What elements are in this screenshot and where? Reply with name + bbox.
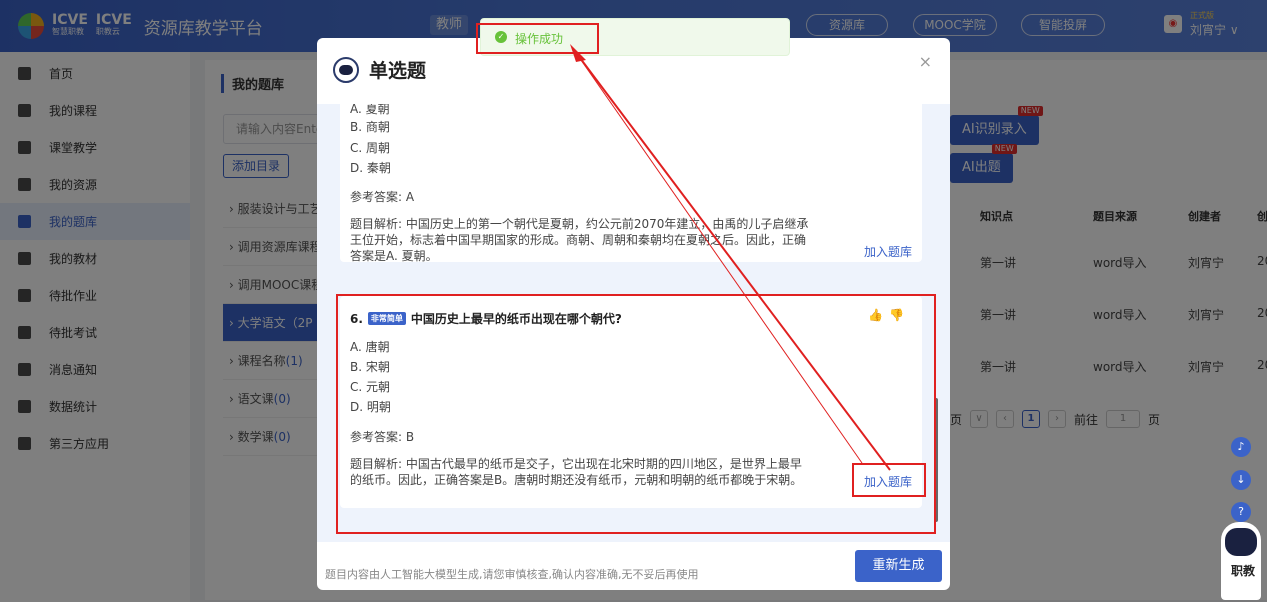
option: C. 周朝 bbox=[350, 141, 391, 155]
annotation-box-question bbox=[336, 294, 936, 534]
answer: 参考答案: A bbox=[350, 190, 415, 204]
ai-disclaimer: 题目内容由人工智能大模型生成,请您审慎核查,确认内容准确,无不妥后再使用 bbox=[325, 568, 699, 581]
option: D. 秦朝 bbox=[350, 161, 391, 175]
dialog-title: 单选题 bbox=[369, 60, 427, 82]
option: A. 夏朝 bbox=[350, 104, 390, 116]
annotation-box-toast bbox=[476, 23, 599, 54]
ai-assistant-robot[interactable]: 职教 bbox=[1221, 522, 1261, 600]
download-icon[interactable]: ↓ bbox=[1231, 470, 1251, 490]
robot-icon bbox=[333, 56, 359, 83]
robot-label: 职教 bbox=[1231, 564, 1256, 578]
dialog-header: 单选题 bbox=[333, 56, 426, 83]
annotation-box-add-link bbox=[852, 463, 926, 497]
help-icon[interactable]: ? bbox=[1231, 502, 1251, 522]
option: B. 商朝 bbox=[350, 120, 390, 134]
add-to-bank-link[interactable]: 加入题库 bbox=[864, 243, 912, 260]
question-card: A. 夏朝 B. 商朝 C. 周朝 D. 秦朝 参考答案: A 题目解析: 中国… bbox=[340, 104, 922, 263]
headset-icon[interactable]: ♪ bbox=[1231, 437, 1251, 457]
close-icon[interactable]: × bbox=[919, 52, 932, 71]
robot-face-icon bbox=[1225, 528, 1257, 556]
regenerate-button[interactable]: 重新生成 bbox=[855, 550, 942, 582]
explanation: 题目解析: 中国历史上的第一个朝代是夏朝，约公元前2070年建立，由禹的儿子启继… bbox=[350, 217, 809, 263]
